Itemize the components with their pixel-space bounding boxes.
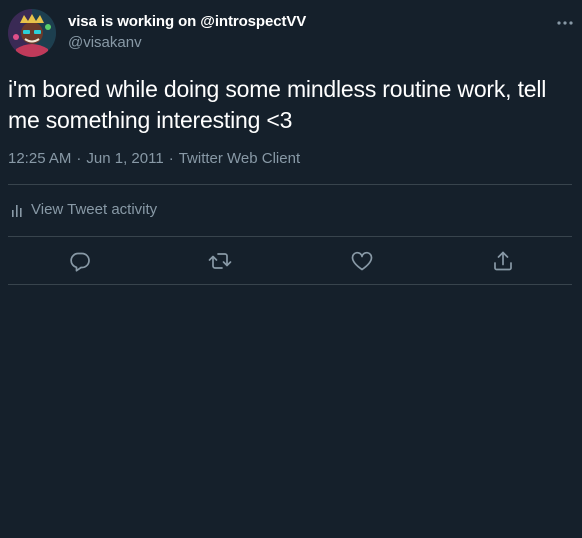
divider [8, 236, 572, 237]
view-tweet-activity-label: View Tweet activity [31, 201, 158, 218]
meta-separator: · [76, 150, 82, 167]
bar-chart-icon [10, 202, 24, 218]
meta-separator: · [168, 150, 174, 167]
view-tweet-activity-link[interactable]: View Tweet activity [10, 201, 157, 218]
display-name[interactable]: visa is working on @introspectVV [68, 13, 306, 30]
tweet-date[interactable]: Jun 1, 2011 [86, 150, 163, 167]
tweet-detail: visa is working on @introspectVV @visaka… [0, 0, 582, 538]
divider [8, 184, 572, 185]
heart-icon[interactable] [349, 248, 375, 274]
more-horizontal-icon[interactable] [554, 14, 576, 32]
tweet-metadata: 12:25 AM · Jun 1, 2011 · Twitter Web Client [8, 150, 300, 167]
divider [8, 284, 572, 285]
share-icon[interactable] [490, 248, 516, 274]
tweet-source[interactable]: Twitter Web Client [179, 150, 300, 167]
avatar[interactable] [8, 9, 56, 57]
tweet-text: i'm bored while doing some mindless rout… [8, 76, 547, 133]
retweet-icon[interactable] [207, 248, 233, 274]
tweet-time[interactable]: 12:25 AM [8, 150, 71, 167]
reply-icon[interactable] [67, 248, 93, 274]
user-handle[interactable]: @visakanv [68, 34, 142, 51]
